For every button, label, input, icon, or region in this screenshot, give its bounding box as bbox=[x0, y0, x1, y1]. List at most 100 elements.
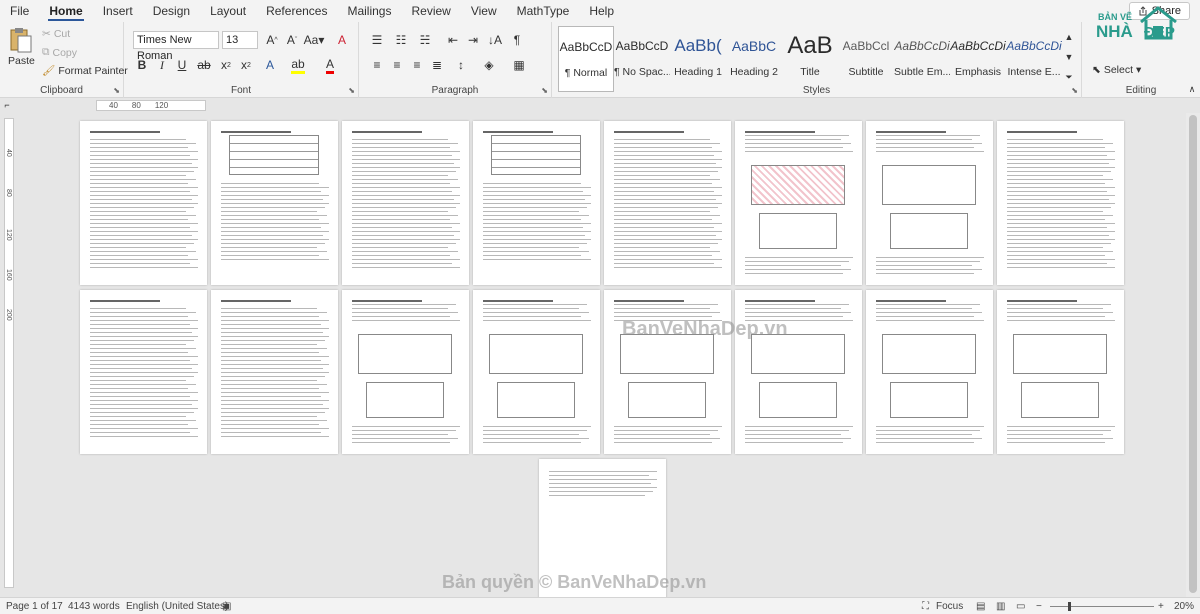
italic-icon[interactable]: I bbox=[152, 56, 172, 74]
page-thumbnail[interactable] bbox=[473, 290, 600, 454]
paste-button[interactable]: Paste bbox=[8, 26, 35, 67]
page-thumbnail[interactable] bbox=[473, 121, 600, 285]
tab-file[interactable]: File bbox=[0, 0, 39, 22]
zoom-slider-handle[interactable] bbox=[1068, 602, 1071, 611]
focus-label[interactable]: Focus bbox=[936, 601, 963, 612]
web-layout-icon[interactable]: ▭ bbox=[1016, 601, 1025, 612]
tab-design[interactable]: Design bbox=[143, 0, 200, 22]
page-thumbnail[interactable] bbox=[211, 121, 338, 285]
text-line bbox=[352, 442, 450, 443]
collapse-ribbon-icon[interactable]: ∧ bbox=[1186, 80, 1198, 98]
tab-selector-icon[interactable]: ⌐ bbox=[0, 98, 14, 112]
style-subtitle[interactable]: AaBbCcl Subtitle bbox=[838, 26, 894, 92]
copy-button[interactable]: ⧉ Copy bbox=[42, 46, 77, 59]
style-title[interactable]: AaB Title bbox=[782, 26, 838, 92]
styles-scroll-up-icon[interactable]: ▲ bbox=[1062, 28, 1076, 46]
tab-view[interactable]: View bbox=[461, 0, 507, 22]
tab-home[interactable]: Home bbox=[39, 0, 92, 22]
underline-icon[interactable]: U bbox=[172, 56, 192, 74]
page-thumbnail[interactable] bbox=[211, 290, 338, 454]
paragraph-launcher-icon[interactable]: ⬊ bbox=[541, 86, 548, 95]
clear-formatting-icon[interactable]: A bbox=[332, 31, 352, 49]
highlight-icon[interactable]: ab bbox=[288, 56, 308, 74]
page-thumbnail[interactable] bbox=[866, 121, 993, 285]
decrease-indent-icon[interactable]: ⇤ bbox=[443, 31, 463, 49]
document-canvas[interactable] bbox=[20, 113, 1188, 614]
borders-icon[interactable]: ▦ bbox=[509, 56, 529, 74]
format-painter-button[interactable]: 🖌 Format Painter bbox=[42, 64, 128, 78]
word-count[interactable]: 4143 words bbox=[68, 601, 120, 612]
font-launcher-icon[interactable]: ⬊ bbox=[348, 86, 355, 95]
bold-icon[interactable]: B bbox=[132, 56, 152, 74]
page-thumbnail[interactable] bbox=[997, 290, 1124, 454]
zoom-in-icon[interactable]: + bbox=[1158, 601, 1164, 612]
focus-icon[interactable]: ⛶ bbox=[922, 601, 929, 612]
numbering-icon[interactable]: ☷ bbox=[391, 31, 411, 49]
page-thumbnail[interactable] bbox=[80, 290, 207, 454]
print-layout-icon[interactable]: ▥ bbox=[996, 601, 1005, 612]
zoom-level[interactable]: 20% bbox=[1174, 601, 1194, 612]
increase-indent-icon[interactable]: ⇥ bbox=[463, 31, 483, 49]
line-spacing-icon[interactable]: ↕ bbox=[451, 56, 471, 74]
page-thumbnail[interactable] bbox=[735, 290, 862, 454]
vertical-scrollbar[interactable] bbox=[1186, 113, 1200, 597]
page-thumbnail[interactable] bbox=[604, 121, 731, 285]
grow-font-icon[interactable]: A ^ bbox=[262, 31, 282, 49]
font-name-box[interactable]: Times New Roman bbox=[133, 31, 219, 62]
select-button[interactable]: ⬉ Select ▾ bbox=[1092, 64, 1141, 76]
align-right-icon[interactable]: ≡ bbox=[407, 56, 427, 74]
page-thumbnail[interactable] bbox=[735, 121, 862, 285]
styles-scroll-down-icon[interactable]: ▼ bbox=[1062, 48, 1076, 66]
read-mode-icon[interactable]: ▤ bbox=[976, 601, 985, 612]
tab-mathtype[interactable]: MathType bbox=[507, 0, 580, 22]
zoom-out-icon[interactable]: − bbox=[1036, 601, 1042, 612]
horizontal-ruler[interactable]: 40 80 120 bbox=[96, 100, 206, 111]
page-thumbnail[interactable] bbox=[866, 290, 993, 454]
shrink-font-icon[interactable]: Aˇ bbox=[282, 31, 302, 49]
styles-more-icon[interactable]: ⏷ bbox=[1062, 68, 1076, 86]
style-heading-2[interactable]: AaBbC Heading 2 bbox=[726, 26, 782, 92]
text-effects-icon[interactable]: A bbox=[260, 56, 280, 74]
cut-button[interactable]: ✂ Cut bbox=[42, 28, 70, 40]
zoom-slider[interactable] bbox=[1050, 606, 1154, 607]
tab-layout[interactable]: Layout bbox=[200, 0, 256, 22]
shading-icon[interactable]: ◈ bbox=[479, 56, 499, 74]
bullets-icon[interactable]: ☰ bbox=[367, 31, 387, 49]
multilevel-list-icon[interactable]: ☵ bbox=[415, 31, 435, 49]
tab-insert[interactable]: Insert bbox=[93, 0, 143, 22]
tab-references[interactable]: References bbox=[256, 0, 337, 22]
change-case-icon[interactable]: Aa▾ bbox=[304, 31, 325, 49]
font-size-box[interactable]: 13 bbox=[222, 31, 258, 49]
clipboard-launcher-icon[interactable]: ⬊ bbox=[113, 86, 120, 95]
show-marks-icon[interactable]: ¶ bbox=[507, 31, 527, 49]
page-thumbnail[interactable] bbox=[604, 290, 731, 454]
sort-icon[interactable]: ↓A bbox=[485, 31, 505, 49]
style-no-spacing[interactable]: AaBbCcD ¶ No Spac... bbox=[614, 26, 670, 92]
font-color-icon[interactable]: A bbox=[320, 56, 340, 74]
style-subtle-emphasis[interactable]: AaBbCcDi Subtle Em... bbox=[894, 26, 950, 92]
align-left-icon[interactable]: ≡ bbox=[367, 56, 387, 74]
strikethrough-icon[interactable]: ab bbox=[194, 56, 214, 74]
page-thumbnail[interactable] bbox=[80, 121, 207, 285]
style-heading-1[interactable]: AaBb( Heading 1 bbox=[670, 26, 726, 92]
vertical-ruler[interactable]: 40 80 120 160 200 bbox=[4, 118, 14, 588]
style-intense-emphasis[interactable]: AaBbCcDi Intense E... bbox=[1006, 26, 1062, 92]
tab-mailings[interactable]: Mailings bbox=[337, 0, 401, 22]
scrollbar-thumb[interactable] bbox=[1189, 115, 1197, 593]
subscript-icon[interactable]: x2 bbox=[216, 56, 236, 74]
text-line bbox=[352, 175, 448, 176]
page-thumbnail[interactable] bbox=[342, 121, 469, 285]
tab-help[interactable]: Help bbox=[579, 0, 624, 22]
page-count[interactable]: Page 1 of 17 bbox=[6, 601, 63, 612]
style-normal[interactable]: AaBbCcD ¶ Normal bbox=[558, 26, 614, 92]
superscript-icon[interactable]: x2 bbox=[236, 56, 256, 74]
language-status[interactable]: English (United States) bbox=[126, 601, 228, 612]
page-thumbnail[interactable] bbox=[997, 121, 1124, 285]
macro-icon[interactable]: ▣ bbox=[222, 601, 231, 612]
justify-icon[interactable]: ≣ bbox=[427, 56, 447, 74]
styles-launcher-icon[interactable]: ⬊ bbox=[1071, 86, 1078, 95]
tab-review[interactable]: Review bbox=[401, 0, 460, 22]
page-thumbnail[interactable] bbox=[342, 290, 469, 454]
align-center-icon[interactable]: ≡ bbox=[387, 56, 407, 74]
style-emphasis[interactable]: AaBbCcDi Emphasis bbox=[950, 26, 1006, 92]
